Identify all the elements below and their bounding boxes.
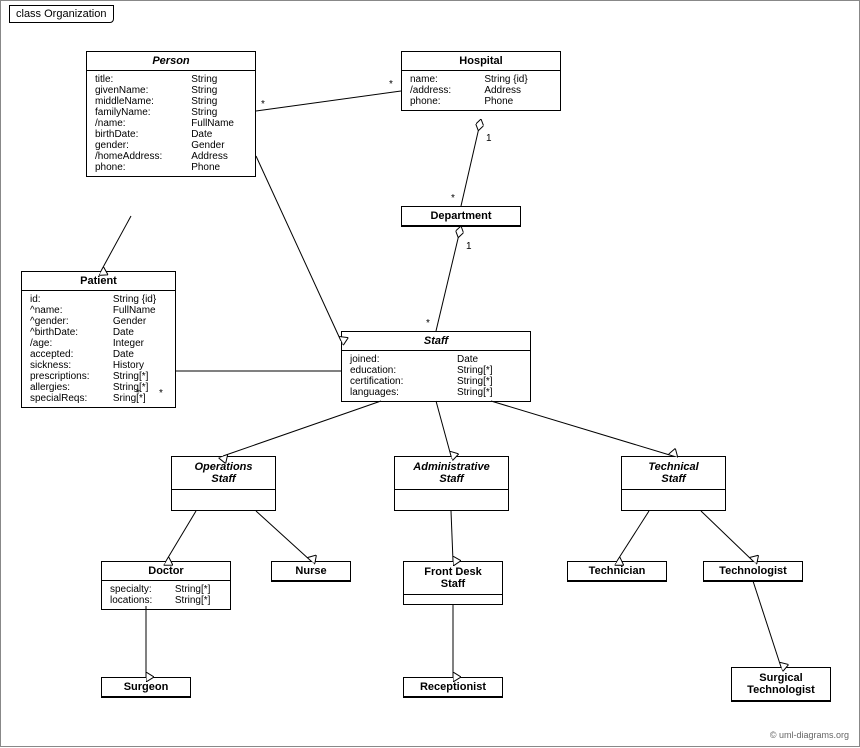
class-patient: Patient id:String {id} ^name:FullName ^g…: [21, 271, 176, 408]
class-surgeon-header: Surgeon: [102, 678, 190, 697]
class-person: Person title:String givenName:String mid…: [86, 51, 256, 177]
class-department-header: Department: [402, 207, 520, 226]
class-doctor-header: Doctor: [102, 562, 230, 581]
class-doctor: Doctor specialty:String[*] locations:Str…: [101, 561, 231, 610]
class-technologist-header: Technologist: [704, 562, 802, 581]
class-administrative-staff: AdministrativeStaff: [394, 456, 509, 511]
class-technical-header: TechnicalStaff: [622, 457, 725, 490]
class-person-header: Person: [87, 52, 255, 71]
class-receptionist: Receptionist: [403, 677, 503, 698]
class-nurse: Nurse: [271, 561, 351, 582]
class-technician: Technician: [567, 561, 667, 582]
class-hospital-header: Hospital: [402, 52, 560, 71]
class-surgical-tech-header: SurgicalTechnologist: [732, 668, 830, 701]
svg-text:1: 1: [466, 241, 472, 252]
class-frontdesk-header: Front DeskStaff: [404, 562, 502, 595]
class-staff-body: joined:Date education:String[*] certific…: [342, 351, 530, 401]
class-patient-header: Patient: [22, 272, 175, 291]
class-department: Department: [401, 206, 521, 227]
svg-text:*: *: [426, 318, 430, 329]
class-technical-staff: TechnicalStaff: [621, 456, 726, 511]
class-admin-header: AdministrativeStaff: [395, 457, 508, 490]
class-doctor-body: specialty:String[*] locations:String[*]: [102, 581, 230, 609]
class-hospital-body: name:String {id} /address:Address phone:…: [402, 71, 560, 110]
svg-text:*: *: [451, 193, 455, 204]
class-staff: Staff joined:Date education:String[*] ce…: [341, 331, 531, 402]
svg-text:*: *: [261, 99, 265, 110]
class-surgeon: Surgeon: [101, 677, 191, 698]
class-patient-body: id:String {id} ^name:FullName ^gender:Ge…: [22, 291, 175, 407]
class-technician-header: Technician: [568, 562, 666, 581]
class-front-desk-staff: Front DeskStaff: [403, 561, 503, 605]
diagram-title: class Organization: [9, 5, 114, 23]
class-hospital: Hospital name:String {id} /address:Addre…: [401, 51, 561, 111]
diagram-container: class Organization Person title:String g…: [0, 0, 860, 747]
class-technologist: Technologist: [703, 561, 803, 582]
class-receptionist-header: Receptionist: [404, 678, 502, 697]
class-surgical-technologist: SurgicalTechnologist: [731, 667, 831, 702]
class-nurse-header: Nurse: [272, 562, 350, 581]
class-person-body: title:String givenName:String middleName…: [87, 71, 255, 176]
svg-text:*: *: [389, 79, 393, 90]
svg-text:1: 1: [486, 133, 492, 144]
copyright: © uml-diagrams.org: [770, 730, 849, 740]
class-staff-header: Staff: [342, 332, 530, 351]
class-operations-header: OperationsStaff: [172, 457, 275, 490]
class-operations-staff: OperationsStaff: [171, 456, 276, 511]
